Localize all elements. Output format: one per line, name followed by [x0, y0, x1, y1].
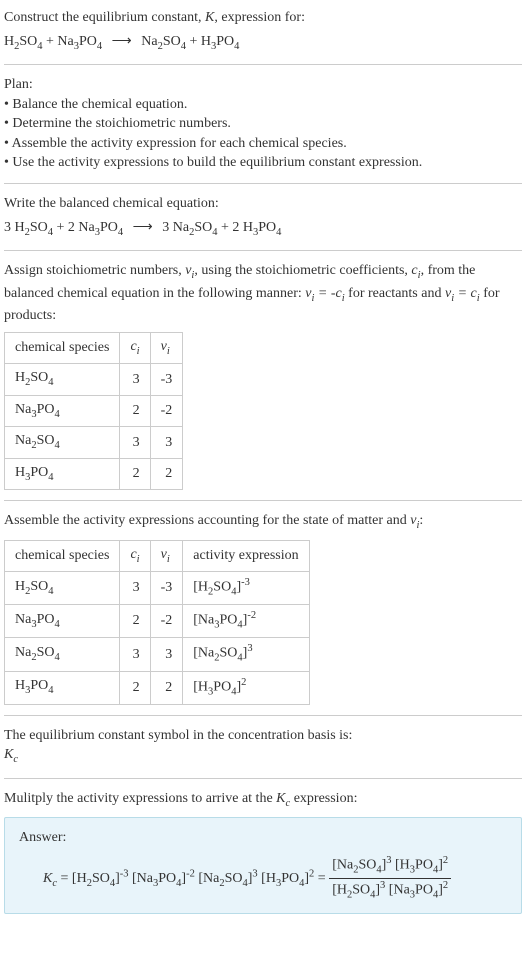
- stoich-text: Assign stoichiometric numbers, νi, using…: [4, 261, 522, 326]
- text: Assign stoichiometric numbers,: [4, 263, 185, 278]
- cell-activity: [H3PO4]2: [183, 671, 309, 704]
- fraction: [Na2SO4]3 [H3PO4]2 [H2SO4]3 [Na3PO4]2: [329, 854, 451, 903]
- col-species: chemical species: [5, 540, 120, 571]
- col-nui: νi: [150, 540, 183, 571]
- kc-expression: Kc = [H2SO4]-3 [Na3PO4]-2 [Na2SO4]3 [H3P…: [19, 854, 507, 903]
- table-row: H2SO4 3 -3 [H2SO4]-3: [5, 572, 310, 605]
- cell-activity: [Na2SO4]3: [183, 638, 309, 671]
- table-row: Na2SO4 3 3 [Na2SO4]3: [5, 638, 310, 671]
- cell-ci: 2: [120, 671, 150, 704]
- balanced-section: Write the balanced chemical equation: 3 …: [4, 194, 522, 240]
- cell-ci: 3: [120, 638, 150, 671]
- cell-activity: [Na3PO4]-2: [183, 605, 309, 638]
- plan-section: Plan: • Balance the chemical equation. •…: [4, 75, 522, 173]
- cell-nui: 3: [150, 638, 183, 671]
- table-row: Na2SO4 3 3: [5, 427, 183, 458]
- text: , using the stoichiometric coefficients,: [194, 263, 411, 278]
- multiply-header: Mulitply the activity expressions to arr…: [4, 789, 522, 811]
- text: for reactants and: [345, 286, 445, 301]
- cell-nui: 2: [150, 458, 183, 489]
- cell-nui: 2: [150, 671, 183, 704]
- kc-lhs: Kc: [43, 871, 57, 886]
- plan-item: • Determine the stoichiometric numbers.: [4, 114, 522, 134]
- divider: [4, 778, 522, 779]
- cell-species: Na3PO4: [5, 605, 120, 638]
- balanced-header: Write the balanced chemical equation:: [4, 194, 522, 214]
- cell-ci: 3: [120, 572, 150, 605]
- multiply-section: Mulitply the activity expressions to arr…: [4, 789, 522, 914]
- balanced-lhs: 3 H2SO4 + 2 Na3PO4: [4, 220, 123, 235]
- cell-activity: [H2SO4]-3: [183, 572, 309, 605]
- plan-item: • Use the activity expressions to build …: [4, 153, 522, 173]
- cell-species: Na3PO4: [5, 395, 120, 426]
- kc-basis-text: The equilibrium constant symbol in the c…: [4, 726, 522, 746]
- divider: [4, 64, 522, 65]
- cell-nui: 3: [150, 427, 183, 458]
- cell-ci: 2: [120, 605, 150, 638]
- table-row: H3PO4 2 2 [H3PO4]2: [5, 671, 310, 704]
- cell-ci: 2: [120, 395, 150, 426]
- table-row: Na3PO4 2 -2 [Na3PO4]-2: [5, 605, 310, 638]
- stoich-table: chemical species ci νi H2SO4 3 -3 Na3PO4…: [4, 332, 183, 490]
- col-activity: activity expression: [183, 540, 309, 571]
- reaction-rhs: Na2SO4 + H3PO4: [141, 34, 239, 49]
- col-ci: ci: [120, 332, 150, 363]
- table-row: Na3PO4 2 -2: [5, 395, 183, 426]
- plan-header: Plan:: [4, 75, 522, 95]
- intro-reaction: H2SO4 + Na3PO4 ⟶ Na2SO4 + H3PO4: [4, 32, 522, 54]
- balanced-equation: 3 H2SO4 + 2 Na3PO4 ⟶ 3 Na2SO4 + 2 H3PO4: [4, 218, 522, 240]
- table-row: H2SO4 3 -3: [5, 364, 183, 395]
- cell-species: H2SO4: [5, 364, 120, 395]
- activity-section: Assemble the activity expressions accoun…: [4, 511, 522, 705]
- col-species: chemical species: [5, 332, 120, 363]
- cell-species: H3PO4: [5, 458, 120, 489]
- table-row: H3PO4 2 2: [5, 458, 183, 489]
- arrow-icon: ⟶: [127, 220, 159, 235]
- activity-table: chemical species ci νi activity expressi…: [4, 540, 310, 705]
- nu-symbol: νi: [185, 263, 194, 278]
- equals: = [H2SO4]-3 [Na3PO4]-2 [Na2SO4]3 [H3PO4]…: [61, 871, 330, 886]
- cell-ci: 2: [120, 458, 150, 489]
- cell-species: H3PO4: [5, 671, 120, 704]
- cell-ci: 3: [120, 427, 150, 458]
- ci-symbol: ci: [411, 263, 420, 278]
- divider: [4, 715, 522, 716]
- cell-ci: 3: [120, 364, 150, 395]
- divider: [4, 250, 522, 251]
- cell-nui: -2: [150, 395, 183, 426]
- kc-basis-section: The equilibrium constant symbol in the c…: [4, 726, 522, 768]
- kc-symbol: Kc: [4, 745, 522, 767]
- divider: [4, 183, 522, 184]
- arrow-icon: ⟶: [106, 34, 138, 49]
- plan-item: • Assemble the activity expression for e…: [4, 134, 522, 154]
- balanced-rhs: 3 Na2SO4 + 2 H3PO4: [162, 220, 281, 235]
- col-nui: νi: [150, 332, 183, 363]
- divider: [4, 500, 522, 501]
- answer-label: Answer:: [19, 828, 507, 848]
- stoich-section: Assign stoichiometric numbers, νi, using…: [4, 261, 522, 490]
- activity-header: Assemble the activity expressions accoun…: [4, 511, 522, 533]
- col-ci: ci: [120, 540, 150, 571]
- relation: νi = ci: [445, 286, 480, 301]
- cell-nui: -2: [150, 605, 183, 638]
- cell-nui: -3: [150, 572, 183, 605]
- intro-text-part: Construct the equilibrium constant, K, e…: [4, 10, 305, 25]
- cell-species: Na2SO4: [5, 427, 120, 458]
- table-header-row: chemical species ci νi activity expressi…: [5, 540, 310, 571]
- cell-species: H2SO4: [5, 572, 120, 605]
- fraction-numerator: [Na2SO4]3 [H3PO4]2: [329, 854, 451, 879]
- answer-box: Answer: Kc = [H2SO4]-3 [Na3PO4]-2 [Na2SO…: [4, 817, 522, 914]
- table-header-row: chemical species ci νi: [5, 332, 183, 363]
- cell-species: Na2SO4: [5, 638, 120, 671]
- intro-section: Construct the equilibrium constant, K, e…: [4, 8, 522, 54]
- cell-nui: -3: [150, 364, 183, 395]
- fraction-denominator: [H2SO4]3 [Na3PO4]2: [329, 879, 451, 903]
- relation: νi = -ci: [305, 286, 344, 301]
- intro-line1: Construct the equilibrium constant, K, e…: [4, 8, 522, 28]
- reaction-lhs: H2SO4 + Na3PO4: [4, 34, 102, 49]
- plan-item: • Balance the chemical equation.: [4, 95, 522, 115]
